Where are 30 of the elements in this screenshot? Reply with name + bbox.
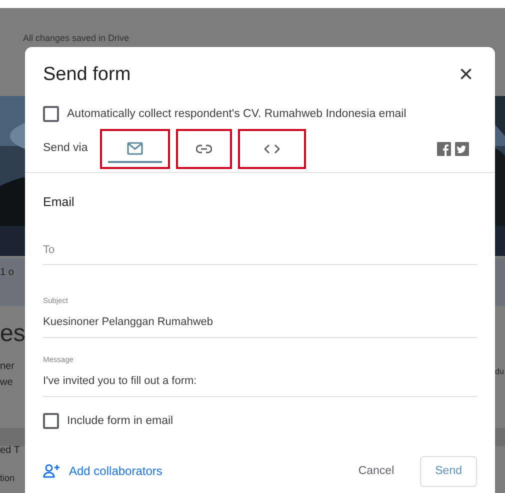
add-collaborators-link[interactable]: Add collaborators: [43, 462, 162, 480]
send-via-tab[interactable]: [100, 128, 170, 169]
to-field[interactable]: To: [43, 242, 477, 265]
text-field[interactable]: I've invited you to fill out a form:: [43, 373, 477, 396]
link-icon: [196, 144, 212, 154]
cancel-button[interactable]: Cancel: [348, 456, 404, 486]
checkbox-label: Automatically collect respondent's CV. Rumahweb Indonesia email: [67, 106, 406, 122]
mail-icon: [126, 142, 143, 156]
background-text: es: [0, 322, 26, 346]
background-text: 1 o: [0, 268, 14, 278]
text-field[interactable]: Kuesinoner Pelanggan Rumahweb: [43, 314, 477, 338]
add-person-icon: [43, 464, 61, 478]
facebook-icon[interactable]: [437, 142, 451, 156]
dialog-title: Send form: [43, 63, 131, 87]
send-via-tab[interactable]: [176, 128, 232, 169]
twitter-icon[interactable]: [455, 142, 469, 156]
code-icon: [264, 144, 280, 154]
close-button[interactable]: ×: [454, 63, 477, 88]
send-via-tab[interactable]: [238, 128, 306, 169]
background-text: ner: [0, 362, 14, 372]
checkbox[interactable]: [43, 106, 59, 122]
background-text: we: [0, 378, 13, 388]
checkbox-label: Include form in email: [67, 414, 174, 428]
background-text: ed T: [0, 446, 20, 456]
background-text: du: [495, 368, 504, 376]
send-via-label: Send via: [43, 141, 88, 156]
checkbox[interactable]: [43, 413, 59, 430]
status-text: All changes saved in Drive: [23, 32, 130, 45]
background-text: tion: [0, 474, 15, 483]
section-title: Email: [43, 194, 76, 211]
